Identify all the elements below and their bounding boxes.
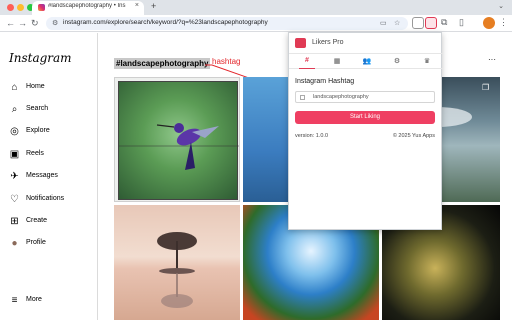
- close-window-button[interactable]: [7, 4, 14, 11]
- profile-avatar: ●: [11, 238, 18, 249]
- heart-icon: ♡: [10, 194, 19, 205]
- browser-tab[interactable]: #landscapephotography • Ins ×: [32, 1, 144, 15]
- nav-label: Home: [26, 83, 45, 90]
- extension-icon[interactable]: [412, 17, 424, 29]
- extensions-puzzle-icon[interactable]: ⧉: [441, 17, 447, 28]
- nav-create[interactable]: ⊞ Create: [9, 216, 94, 230]
- post-image: [118, 81, 239, 200]
- instagram-logo[interactable]: Instagram: [9, 51, 72, 65]
- tree-image: [157, 232, 197, 308]
- nav-reels[interactable]: ▣ Reels: [9, 149, 94, 163]
- profile-avatar-icon[interactable]: [483, 17, 495, 29]
- messages-icon: ✈: [10, 171, 19, 182]
- nav-label: More: [26, 296, 42, 303]
- tab-hashtag[interactable]: #: [299, 57, 315, 64]
- hashtag-heading: #landscapephotography: [114, 58, 211, 69]
- post-tile-hummingbird[interactable]: [114, 77, 240, 202]
- version-text: version: 1.0.0: [295, 133, 329, 139]
- start-liking-button[interactable]: Start Liking: [295, 111, 435, 124]
- nav-label: Messages: [26, 172, 58, 179]
- nav-home[interactable]: ⌂ Home: [9, 82, 94, 96]
- hashtag-input[interactable]: landscapephotography: [295, 91, 435, 103]
- minimize-window-button[interactable]: [17, 4, 24, 11]
- back-button[interactable]: ←: [6, 18, 15, 28]
- nav-label: Profile: [26, 239, 46, 246]
- browser-toolbar: ← → ↻ ⚙ instagram.com/explore/search/key…: [0, 15, 512, 32]
- post-tile-lone-tree[interactable]: [114, 205, 240, 320]
- cast-icon[interactable]: ▭: [380, 19, 387, 27]
- nav-label: Notifications: [26, 195, 65, 202]
- popup-tab-bar: # ▦ 👥 ⚙ ♛: [289, 53, 443, 69]
- likers-pro-logo-icon: [295, 38, 306, 48]
- tab-grid[interactable]: ▦: [329, 57, 345, 65]
- tab-close-icon[interactable]: ×: [135, 2, 139, 9]
- hashtag-checkbox[interactable]: [300, 95, 305, 100]
- nav-label: Explore: [26, 127, 50, 134]
- bookmark-star-icon[interactable]: ☆: [394, 19, 400, 27]
- reload-button[interactable]: ↻: [31, 18, 39, 29]
- nav-explore[interactable]: ◎ Explore: [9, 126, 94, 140]
- hashtag-input-value[interactable]: landscapephotography: [313, 94, 369, 100]
- active-tab-indicator: [299, 68, 315, 69]
- browser-tab-strip: #landscapephotography • Ins × + ⌄: [0, 0, 512, 15]
- likers-pro-popup: Likers Pro # ▦ 👥 ⚙ ♛ Instagram Hashtag l…: [288, 32, 443, 230]
- likers-pro-extension-icon[interactable]: [425, 17, 437, 29]
- hummingbird-image: [119, 123, 239, 170]
- new-tab-button[interactable]: +: [151, 1, 156, 11]
- copyright-text: © 2025 Yus Apps: [392, 133, 435, 139]
- nav-label: Reels: [26, 150, 44, 157]
- menu-icon: ≡: [11, 295, 18, 306]
- create-plus-icon: ⊞: [10, 216, 19, 227]
- search-icon: ⌕: [11, 104, 18, 115]
- instagram-sidebar: Instagram ⌂ Home ⌕ Search ◎ Explore ▣ Re…: [0, 33, 98, 320]
- nav-messages[interactable]: ✈ Messages: [9, 171, 94, 185]
- tab-users[interactable]: 👥: [359, 57, 375, 65]
- tab-title: #landscapephotography • Ins: [48, 3, 126, 9]
- tab-premium[interactable]: ♛: [419, 57, 435, 65]
- more-options-icon[interactable]: ···: [488, 55, 496, 64]
- nav-search[interactable]: ⌕ Search: [9, 104, 94, 118]
- side-panel-icon[interactable]: ▯: [459, 17, 464, 28]
- tab-settings[interactable]: ⚙: [389, 57, 405, 65]
- popup-title: Likers Pro: [312, 39, 344, 46]
- explore-compass-icon: ◎: [10, 126, 19, 137]
- instagram-favicon-icon: [38, 4, 45, 11]
- browser-menu-icon[interactable]: ⋮: [499, 17, 508, 28]
- forward-button[interactable]: →: [18, 18, 27, 28]
- nav-notifications[interactable]: ♡ Notifications: [9, 194, 94, 208]
- nav-label: Search: [26, 105, 49, 112]
- section-label: Instagram Hashtag: [295, 78, 355, 85]
- tab-search-icon[interactable]: ⌄: [498, 2, 504, 10]
- site-info-icon[interactable]: ⚙: [52, 19, 58, 27]
- nav-label: Create: [26, 217, 48, 224]
- carousel-icon: ❐: [482, 83, 490, 92]
- home-icon: ⌂: [11, 82, 18, 93]
- url-text[interactable]: instagram.com/explore/search/keyword/?q=…: [63, 19, 268, 26]
- reels-icon: ▣: [9, 149, 20, 160]
- post-tile-ocean[interactable]: [243, 77, 288, 202]
- address-bar[interactable]: ⚙ instagram.com/explore/search/keyword/?…: [46, 17, 408, 30]
- nav-profile[interactable]: ● Profile: [9, 238, 94, 252]
- nav-more[interactable]: ≡ More: [9, 295, 94, 309]
